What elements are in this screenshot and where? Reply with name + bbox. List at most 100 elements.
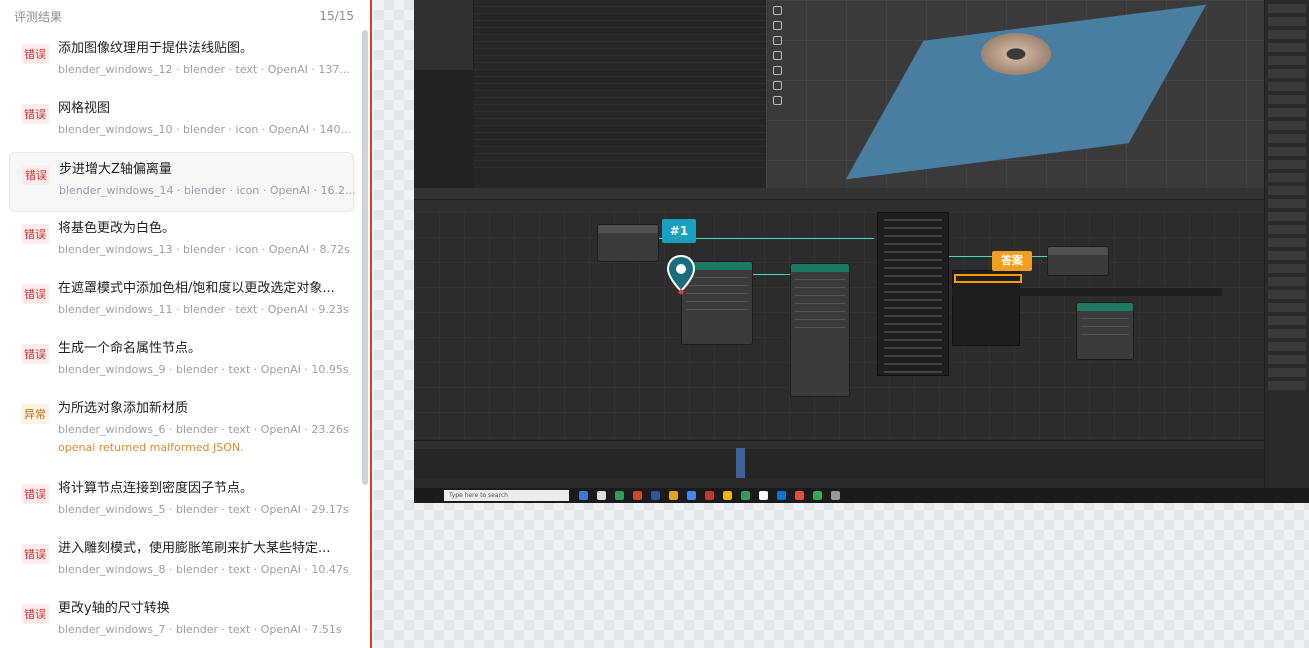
property-row [1268, 173, 1306, 182]
taskbar-app-icon[interactable] [831, 491, 840, 500]
viewport-tool-icon[interactable] [773, 96, 782, 105]
menu-item[interactable] [884, 371, 942, 373]
group-input-node [597, 224, 659, 262]
menu-item[interactable] [884, 355, 942, 357]
menu-item[interactable] [884, 307, 942, 309]
menu-item[interactable] [884, 283, 942, 285]
spreadsheet-row [474, 147, 766, 154]
location-pin-icon [666, 255, 696, 295]
result-item[interactable]: 错误 网格视图 blender_windows_10 · blender · ico… [9, 92, 354, 152]
result-item[interactable]: 错误 添加图像纹理用于提供法线贴图。 blender_windows_12 · bl… [9, 32, 354, 92]
viewport-tool-icon[interactable] [773, 6, 782, 15]
result-item[interactable]: 错误 生成一个命名属性节点。 blender_windows_9 · blender… [9, 332, 354, 392]
taskbar-app-icon[interactable] [651, 491, 660, 500]
result-title: 生成一个命名属性节点。 [58, 341, 202, 356]
result-item[interactable]: 错误 将基色更改为白色。 blender_windows_13 · blender … [9, 212, 354, 272]
spreadsheet-row [474, 77, 766, 84]
add-node-menu[interactable] [877, 212, 949, 376]
menu-item[interactable] [884, 331, 942, 333]
preview-panel: Type here to search #1 答案 [374, 0, 1309, 648]
menu-item[interactable] [884, 299, 942, 301]
result-item[interactable]: 错误 步进增大Z轴偏离量 blender_windows_14 · blender … [9, 152, 355, 212]
property-row [1268, 30, 1306, 39]
taskbar-app-icon[interactable] [579, 491, 588, 500]
result-item[interactable]: 错误 进入雕刻模式，使用膨胀笔刷来扩大某些特定... blender_windows… [9, 532, 354, 592]
property-row [1268, 238, 1306, 247]
viewport-tool-icon[interactable] [773, 21, 782, 30]
taskbar-app-icon[interactable] [741, 491, 750, 500]
results-scrollbar[interactable] [362, 30, 368, 485]
menu-item[interactable] [884, 267, 942, 269]
menu-item[interactable] [884, 259, 942, 261]
property-row [1268, 316, 1306, 325]
spreadsheet-row [474, 112, 766, 119]
viewport-tool-icon[interactable] [773, 51, 782, 60]
result-item[interactable]: 错误 在遮罩模式中添加色相/饱和度以更改选定对象... blender_window… [9, 272, 354, 332]
taskbar-app-icon[interactable] [777, 491, 786, 500]
spreadsheet-row [474, 70, 766, 77]
property-row [1268, 342, 1306, 351]
menu-item[interactable] [884, 323, 942, 325]
result-meta: blender_windows_5 · blender · text · Ope… [58, 503, 349, 516]
viewport-toolbar [769, 0, 787, 105]
taskbar-app-icon[interactable] [597, 491, 606, 500]
spreadsheet-panel [474, 0, 766, 188]
menu-item[interactable] [884, 315, 942, 317]
property-row [1268, 212, 1306, 221]
menu-item[interactable] [884, 275, 942, 277]
menu-item[interactable] [884, 227, 942, 229]
result-item[interactable]: 错误 将计算节点连接到密度因子节点。 blender_windows_5 · ble… [9, 472, 354, 532]
property-row [1268, 199, 1306, 208]
taskbar-app-icon[interactable] [723, 491, 732, 500]
taskbar-app-icon[interactable] [669, 491, 678, 500]
menu-item[interactable] [884, 339, 942, 341]
menu-item[interactable] [884, 219, 942, 221]
menu-item[interactable] [884, 363, 942, 365]
spreadsheet-row [474, 140, 766, 147]
results-count: 15/15 [319, 9, 354, 23]
viewport-tool-icon[interactable] [773, 36, 782, 45]
taskbar-app-icon[interactable] [687, 491, 696, 500]
menu-item[interactable] [884, 251, 942, 253]
viewport-tool-icon[interactable] [773, 66, 782, 75]
status-badge: 错误 [22, 165, 50, 185]
menu-item[interactable] [884, 347, 942, 349]
windows-taskbar: Type here to search [414, 488, 1309, 503]
result-title: 进入雕刻模式，使用膨胀笔刷来扩大某些特定... [58, 541, 331, 556]
spreadsheet-row [474, 161, 766, 168]
status-badge: 错误 [21, 224, 49, 244]
property-row [1268, 329, 1306, 338]
property-row [1268, 160, 1306, 169]
taskbar-app-icon[interactable] [759, 491, 768, 500]
taskbar-app-icon[interactable] [633, 491, 642, 500]
taskbar-app-icon[interactable] [615, 491, 624, 500]
spreadsheet-row [474, 49, 766, 56]
answer-marker-label: 答案 [992, 251, 1032, 271]
property-row [1268, 56, 1306, 65]
result-title: 将计算节点连接到密度因子节点。 [58, 481, 254, 496]
spreadsheet-row [474, 7, 766, 14]
menu-item[interactable] [884, 235, 942, 237]
timeline[interactable] [414, 440, 1264, 478]
status-badge: 异常 [21, 404, 49, 424]
viewport-tool-icon[interactable] [773, 81, 782, 90]
taskbar-app-icon[interactable] [705, 491, 714, 500]
status-badge: 错误 [21, 104, 49, 124]
spreadsheet-row [474, 91, 766, 98]
menu-item[interactable] [884, 243, 942, 245]
app-root: 评测结果 15/15 错误 添加图像纹理用于提供法线贴图。 blender_wind… [0, 0, 1309, 648]
screenshot-preview[interactable]: Type here to search #1 答案 [414, 0, 1309, 503]
spreadsheet-row [474, 119, 766, 126]
taskbar-search[interactable]: Type here to search [444, 490, 569, 501]
taskbar-app-icon[interactable] [795, 491, 804, 500]
result-item[interactable]: 错误 更改y轴的尺寸转换 blender_windows_7 · blender ·… [9, 592, 354, 648]
spreadsheet-row [474, 154, 766, 161]
status-badge: 错误 [21, 44, 49, 64]
result-item[interactable]: 异常 为所选对象添加新材质 blender_windows_6 · blender … [9, 392, 354, 472]
property-row [1268, 82, 1306, 91]
timeline-playhead[interactable] [736, 448, 745, 478]
property-row [1268, 303, 1306, 312]
taskbar-app-icon[interactable] [813, 491, 822, 500]
node-wire [753, 274, 790, 275]
menu-item[interactable] [884, 291, 942, 293]
